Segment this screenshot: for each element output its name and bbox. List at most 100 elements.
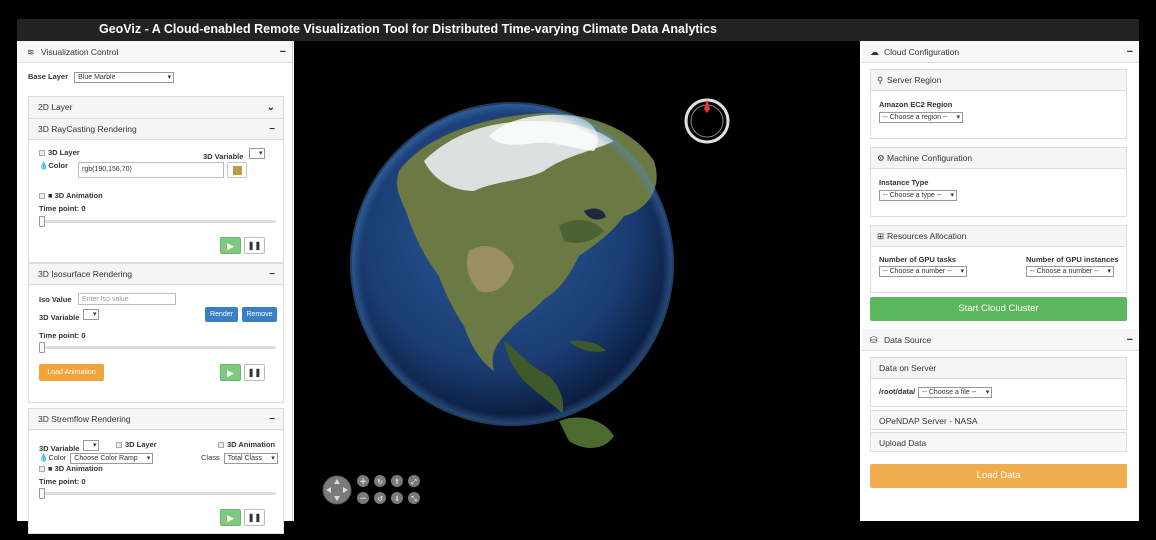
file-select[interactable]: -- Choose a file -- — [918, 387, 993, 398]
animation2-checkbox[interactable] — [39, 466, 45, 473]
sitemap-icon: ⊞ — [877, 231, 885, 241]
load-data-button[interactable]: Load Data — [870, 464, 1127, 488]
cloud-icon: ☁ — [870, 47, 879, 57]
pause-button[interactable]: ❚❚ — [244, 509, 265, 526]
zoom-out-icon[interactable]: − — [357, 492, 369, 504]
map-marker-icon: ⚲ — [877, 75, 884, 85]
upload-data-item[interactable]: Upload Data — [870, 432, 1127, 452]
rotate-left-icon[interactable]: ↺ — [374, 492, 386, 504]
pause-button[interactable]: ❚❚ — [244, 364, 265, 381]
svg-text:⤢: ⤢ — [411, 478, 417, 486]
play-button[interactable]: ▶ — [220, 364, 241, 381]
animation-checkbox[interactable] — [39, 193, 45, 200]
timepoint-slider[interactable] — [39, 346, 276, 349]
class-select[interactable]: Total Class — [223, 453, 278, 464]
load-animation-button[interactable]: Load Animation — [39, 364, 104, 381]
color-label: Color — [48, 453, 67, 462]
collapse-icon[interactable]: − — [1127, 41, 1133, 63]
panel-title: Cloud Configuration — [884, 47, 960, 57]
server-region-title: Server Region — [887, 75, 942, 85]
exaggerate-icon[interactable]: ⤢ — [408, 475, 420, 487]
variable-label: 3D Variable — [203, 152, 244, 161]
slider-handle[interactable] — [39, 216, 45, 227]
collapse-icon[interactable]: − — [1127, 329, 1133, 351]
svg-text:↺: ↺ — [377, 495, 383, 503]
region-select[interactable]: -- Choose a region -- — [879, 112, 963, 123]
rotate-icon[interactable]: ↻ — [374, 475, 386, 487]
collapse-icon[interactable]: − — [280, 41, 286, 63]
animation-checkbox[interactable] — [218, 442, 224, 449]
cloud-configuration-header[interactable]: ☁ Cloud Configuration − — [862, 41, 1139, 63]
color-input[interactable]: rgb(190,156,70) — [78, 162, 224, 178]
machine-configuration-section: ⚙ Machine Configuration Instance Type -- … — [870, 147, 1127, 217]
droplet-icon: 💧 — [39, 453, 49, 462]
opendap-server-item[interactable]: OPeNDAP Server - NASA — [870, 410, 1127, 430]
iso-label: Iso Value — [39, 295, 72, 304]
data-source-header[interactable]: ⛁ Data Source − — [862, 329, 1139, 351]
variable-select[interactable] — [83, 440, 100, 451]
tilt-down-icon[interactable]: ⇓ — [391, 492, 403, 504]
chevron-down-icon[interactable]: ⌄ — [267, 97, 275, 118]
variable-select[interactable] — [249, 148, 266, 159]
iso-input[interactable]: Enter Iso value — [78, 293, 176, 305]
tilt-up-icon[interactable]: ⇑ — [391, 475, 403, 487]
south-america — [559, 417, 614, 448]
gpu-instances-select[interactable]: -- Choose a number -- — [1026, 266, 1114, 277]
slider-handle[interactable] — [39, 342, 45, 353]
layer3d-label: 3D Layer — [48, 148, 80, 157]
globe-canvas[interactable]: + ↻ ⇑ ⤢ − ↺ ⇓ ⤡ — [294, 41, 860, 521]
data-on-server-section: Data on Server /root/data/-- Choose a fi… — [870, 357, 1127, 407]
timepoint-label: Time point: 0 — [39, 331, 86, 340]
app-title: GeoViz - A Cloud-enabled Remote Visualiz… — [17, 19, 1139, 41]
timepoint-slider[interactable] — [39, 492, 276, 495]
svg-text:↻: ↻ — [377, 478, 383, 486]
pause-button[interactable]: ❚❚ — [244, 237, 265, 254]
color-swatch-box[interactable] — [227, 162, 247, 178]
path-label: /root/data/ — [879, 387, 916, 396]
layer2d-section[interactable]: 2D Layer ⌄ — [28, 96, 284, 118]
gear-icon: ⚙ — [877, 153, 885, 163]
layer3d-checkbox[interactable] — [39, 150, 45, 157]
collapse-icon[interactable]: − — [269, 409, 275, 430]
base-layer-select[interactable]: Blue Marble — [74, 72, 175, 83]
color-ramp-select[interactable]: Choose Color Ramp — [70, 453, 154, 464]
region-label: Amazon EC2 Region — [879, 100, 953, 109]
streamflow-title: 3D Stremflow Rendering — [38, 414, 131, 424]
globe-viewer[interactable]: + ↻ ⇑ ⤢ − ↺ ⇓ ⤡ — [294, 41, 860, 521]
visualization-control-header[interactable]: ≋ Visualization Control − — [17, 41, 292, 63]
collapse-icon[interactable]: − — [269, 119, 275, 140]
render-button[interactable]: Render — [205, 307, 238, 322]
compass-icon[interactable] — [684, 98, 730, 144]
raycasting-title: 3D RayCasting Rendering — [38, 124, 137, 134]
zoom-in-icon[interactable]: + — [357, 475, 369, 487]
svg-text:⤡: ⤡ — [411, 495, 417, 503]
svg-text:⇑: ⇑ — [394, 478, 400, 486]
database-icon: ⛁ — [870, 335, 878, 345]
atmosphere-glow — [350, 102, 674, 426]
remove-button[interactable]: Remove — [242, 307, 277, 322]
timepoint-label: Time point: 0 — [39, 477, 86, 486]
variable-select[interactable] — [83, 309, 100, 320]
instance-type-select[interactable]: -- Choose a type -- — [879, 190, 957, 201]
play-button[interactable]: ▶ — [220, 237, 241, 254]
visualization-control-panel: ≋ Visualization Control − Base Layer Blu… — [17, 41, 293, 534]
animation-label: 3D Animation — [54, 191, 103, 200]
gpu-tasks-select[interactable]: -- Choose a number -- — [879, 266, 967, 277]
pan-control[interactable] — [322, 475, 352, 505]
reduce-icon[interactable]: ⤡ — [408, 492, 420, 504]
slider-handle[interactable] — [39, 488, 45, 499]
play-button[interactable]: ▶ — [220, 509, 241, 526]
timepoint-slider[interactable] — [39, 220, 276, 223]
server-region-section: ⚲ Server Region Amazon EC2 Region -- Choo… — [870, 69, 1127, 139]
collapse-icon[interactable]: − — [269, 264, 275, 285]
start-cloud-cluster-button[interactable]: Start Cloud Cluster — [870, 297, 1127, 321]
layer3d-checkbox[interactable] — [116, 442, 122, 449]
color-label: Color — [48, 161, 68, 170]
timepoint-label: Time point: 0 — [39, 204, 86, 213]
animation-label: 3D Animation — [227, 440, 276, 449]
resources-title: Resources Allocation — [887, 231, 967, 241]
instance-type-label: Instance Type — [879, 178, 929, 187]
data-on-server-title[interactable]: Data on Server — [879, 363, 936, 373]
streamflow-section: 3D Stremflow Rendering − 3D Variable 3D L… — [28, 408, 284, 534]
svg-text:−: − — [359, 494, 367, 504]
